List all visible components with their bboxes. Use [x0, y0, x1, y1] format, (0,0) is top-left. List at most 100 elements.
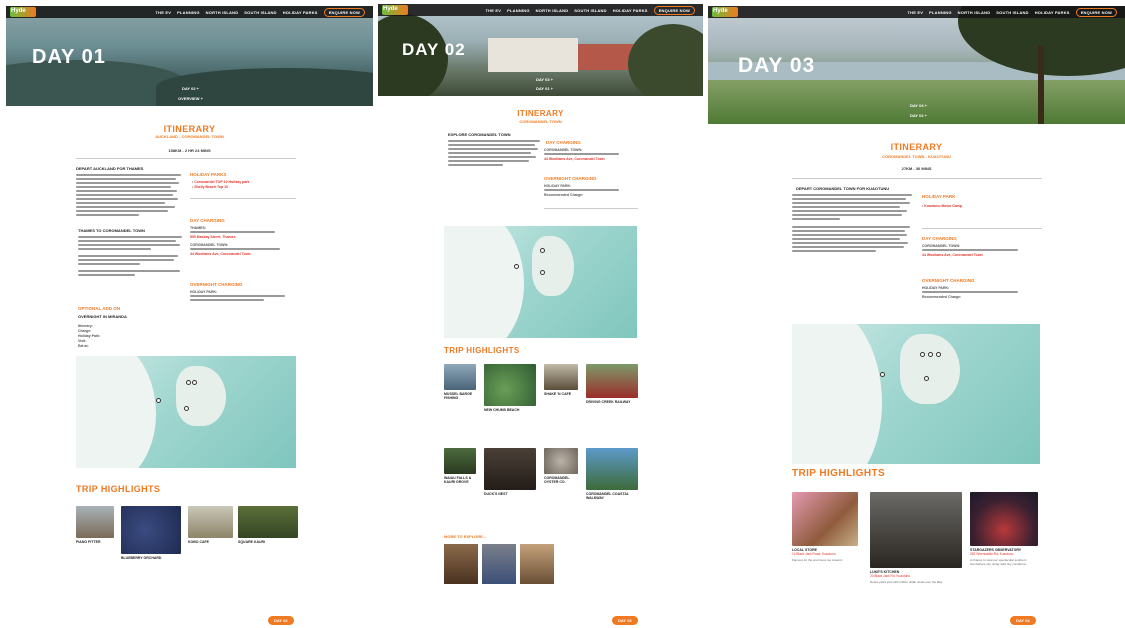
- enquire-now-button[interactable]: ENQUIRE NOW: [323, 7, 365, 17]
- highlight-card[interactable]: COROMANDEL COASTAL WALKWAY: [586, 448, 638, 500]
- route-map[interactable]: [444, 226, 637, 338]
- hero-image: DAY 03 DAY 04 + DAY 02 +: [708, 6, 1125, 124]
- next-day-button[interactable]: DAY 03: [612, 616, 638, 625]
- paragraph-placeholder: [448, 140, 540, 168]
- holiday-park-link[interactable]: Coromandel TOP 10 Holiday park: [194, 180, 249, 184]
- highlight-card[interactable]: SQUARE KAURI: [238, 506, 298, 544]
- nav-item-planning[interactable]: PLANNING: [177, 10, 200, 15]
- highlight-address-link[interactable]: 14 Black Jack Road, Kuaotunu: [792, 552, 858, 556]
- highlight-image: [484, 364, 536, 406]
- nav-item-holiday-parks[interactable]: HOLIDAY PARKS: [613, 8, 648, 13]
- highlight-address-link[interactable]: 20 Black Jack Rd, Kuaotunu: [870, 574, 962, 578]
- highlight-address-link[interactable]: 352 Whenuakite Rd, Kuaotunu: [970, 552, 1038, 556]
- highlight-card[interactable]: KOBO CAFE: [188, 506, 233, 544]
- nav-item-south-island[interactable]: SOUTH ISLAND: [574, 8, 606, 13]
- map-pin-icon[interactable]: [192, 380, 197, 385]
- charger-address-link[interactable]: 505 Mackay Street, Thames: [190, 235, 296, 240]
- map-pin-icon[interactable]: [924, 376, 929, 381]
- nav-item-north-island[interactable]: NORTH ISLAND: [958, 10, 991, 15]
- highlight-card[interactable]: BLUEBERRY ORCHARD: [121, 506, 181, 560]
- holiday-park-list: • Kuaotunu Motor Camp: [922, 204, 962, 208]
- highlight-card[interactable]: PIANO PITTER: [76, 506, 114, 544]
- highlight-title: PIANO PITTER: [76, 540, 101, 544]
- logo-text: Hyde: [383, 6, 398, 12]
- highlight-image: [444, 448, 476, 474]
- nav-item-north-island[interactable]: NORTH ISLAND: [206, 10, 239, 15]
- nav-item-north-island[interactable]: NORTH ISLAND: [536, 8, 569, 13]
- itinerary-title: ITINERARY: [890, 142, 943, 152]
- explore-image[interactable]: [520, 544, 554, 584]
- divider: [76, 158, 296, 159]
- map-landmass: [900, 334, 960, 404]
- nav-item-the-ev[interactable]: THE EV: [486, 8, 502, 13]
- nav-item-planning[interactable]: PLANNING: [507, 8, 530, 13]
- map-pin-icon[interactable]: [540, 248, 545, 253]
- overnight-label: HOLIDAY PARK:: [190, 290, 218, 294]
- nav-item-south-island[interactable]: SOUTH ISLAND: [996, 10, 1028, 15]
- charger-address-link[interactable]: 44 Woollams Ave, Coromandel Town: [544, 157, 638, 162]
- explore-image[interactable]: [444, 544, 478, 584]
- highlight-card[interactable]: LOCAL STORE 14 Black Jack Road, Kuaotunu…: [792, 492, 858, 562]
- day-charging-heading: DAY CHARGING: [190, 218, 225, 223]
- holiday-park-link[interactable]: Shelly Beach Top 10: [194, 185, 228, 189]
- next-day-link[interactable]: DAY 03 +: [536, 77, 553, 82]
- charger-name: COROMANDEL TOWN:: [190, 243, 229, 247]
- rec-charge-label: Recommended Charge:: [544, 193, 584, 197]
- nav-item-holiday-parks[interactable]: HOLIDAY PARKS: [283, 10, 318, 15]
- overview-link[interactable]: OVERVIEW +: [178, 96, 203, 101]
- nav-item-planning[interactable]: PLANNING: [929, 10, 952, 15]
- highlight-card[interactable]: MUSSEL BARGE FISHING: [444, 364, 476, 400]
- highlight-card[interactable]: STARGAZERS OBSERVATORY 352 Whenuakite Rd…: [970, 492, 1038, 566]
- explore-image[interactable]: [482, 544, 516, 584]
- map-pin-icon[interactable]: [156, 398, 161, 403]
- nav-item-the-ev[interactable]: THE EV: [908, 10, 924, 15]
- nav-item-holiday-parks[interactable]: HOLIDAY PARKS: [1035, 10, 1070, 15]
- nav-item-south-island[interactable]: SOUTH ISLAND: [244, 10, 276, 15]
- charging-info: COROMANDEL TOWN: 44 Woollams Ave, Coroma…: [544, 148, 638, 162]
- map-pin-icon[interactable]: [936, 352, 941, 357]
- highlight-card[interactable]: COROMANDEL OYSTER CO.: [544, 448, 578, 484]
- highlight-card[interactable]: NEW CHUMS BEACH: [484, 364, 536, 412]
- highlight-card[interactable]: DRIVING CREEK RAILWAY: [586, 364, 638, 404]
- charger-address-link[interactable]: 44 Woollams Ave, Coromandel Town: [190, 252, 296, 257]
- trip-highlights-heading: TRIP HIGHLIGHTS: [76, 484, 161, 494]
- next-day-button[interactable]: DAY 04: [1010, 616, 1036, 625]
- charger-name: THAMES:: [190, 226, 206, 230]
- holiday-park-link[interactable]: Kuaotunu Motor Camp: [924, 204, 962, 208]
- detail-label: Holiday Park:: [78, 334, 101, 338]
- enquire-now-button[interactable]: ENQUIRE NOW: [1075, 7, 1117, 17]
- hero-tree: [628, 24, 703, 96]
- hero-image: DAY 01 DAY 02 + OVERVIEW +: [6, 6, 373, 106]
- next-day-link[interactable]: DAY 04 +: [910, 103, 927, 108]
- highlight-card[interactable]: LUKE'S KITCHEN 20 Black Jack Rd, Kuaotun…: [870, 492, 962, 584]
- more-to-explore-heading: MORE TO EXPLORE...: [444, 534, 487, 539]
- charger-address-link[interactable]: 44 Woollams Ave, Coromandel Town: [922, 253, 1042, 258]
- highlight-title: NEW CHUMS BEACH: [484, 408, 520, 412]
- drive-time: 158KM - 2 HR 24 MINS: [168, 148, 211, 153]
- map-pin-icon[interactable]: [184, 406, 189, 411]
- route-map[interactable]: [792, 324, 1040, 464]
- highlight-card[interactable]: DUCK'S NEST: [484, 448, 536, 496]
- highlight-card[interactable]: WAIAU FALLS & KAURI GROVE: [444, 448, 476, 484]
- map-pin-icon[interactable]: [514, 264, 519, 269]
- detail-label: Charge:: [78, 329, 92, 333]
- enquire-now-button[interactable]: ENQUIRE NOW: [653, 5, 695, 15]
- map-pin-icon[interactable]: [540, 270, 545, 275]
- prev-day-link[interactable]: DAY 01 +: [536, 86, 553, 91]
- highlight-card[interactable]: SHAKE 'N CAFE: [544, 364, 578, 396]
- prev-day-link[interactable]: DAY 02 +: [910, 113, 927, 118]
- map-pin-icon[interactable]: [920, 352, 925, 357]
- day-01-page: Hyde THE EV PLANNING NORTH ISLAND SOUTH …: [6, 6, 373, 628]
- itinerary-title: ITINERARY: [517, 109, 564, 118]
- map-pin-icon[interactable]: [880, 372, 885, 377]
- section-heading: THAMES TO COROMANDEL TOWN: [78, 228, 145, 233]
- section-heading: DEPART COROMANDEL TOWN FOR KUAOTUNU: [796, 186, 890, 191]
- nav-item-the-ev[interactable]: THE EV: [156, 10, 172, 15]
- route-map[interactable]: [76, 356, 296, 468]
- map-pin-icon[interactable]: [186, 380, 191, 385]
- charging-info: COROMANDEL TOWN: 44 Woollams Ave, Coroma…: [922, 244, 1042, 258]
- next-day-button[interactable]: DAY 02: [268, 616, 294, 625]
- next-day-link[interactable]: DAY 02 +: [182, 86, 199, 91]
- map-pin-icon[interactable]: [928, 352, 933, 357]
- highlight-image: [121, 506, 181, 554]
